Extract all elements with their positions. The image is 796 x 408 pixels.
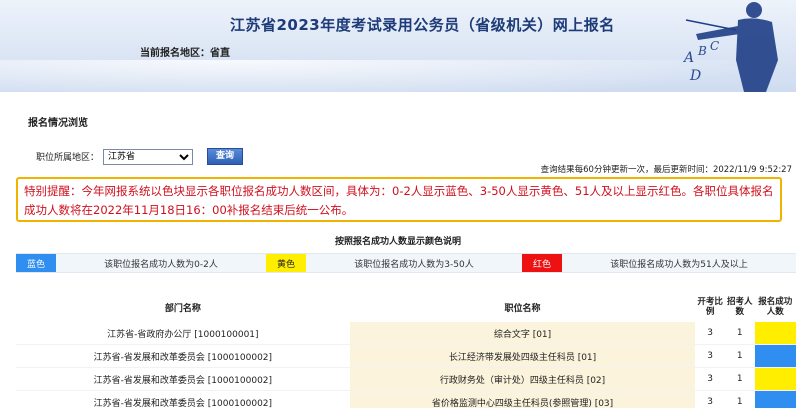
special-notice: 特别提醒：今年网报系统以色块显示各职位报名成功人数区间，具体为：0-2人显示蓝色…	[16, 177, 782, 222]
site-title: 江苏省2023年度考试录用公务员（省级机关）网上报名	[230, 16, 615, 34]
row-ratio: 3	[707, 397, 713, 407]
row-dept: 江苏省-省政府办公厅 [1000100001]	[107, 329, 259, 340]
query-button[interactable]: 查询	[207, 148, 244, 165]
table-header: 部门名称 职位名称 开考比例 招考人数 报名成功人数	[16, 292, 796, 322]
row-dept: 江苏省-省发展和改革委员会 [1000100002]	[93, 352, 273, 363]
positions-table: 部门名称 职位名称 开考比例 招考人数 报名成功人数 江苏省-省政府办公厅 [1…	[16, 292, 796, 408]
row-ratio: 3	[707, 374, 713, 384]
table-row: 江苏省-省政府办公厅 [1000100001] 综合文字 [01] 3 1	[16, 322, 796, 345]
update-note: 查询结果每60分钟更新一次，最后更新时间：2022/11/9 9:52:27	[540, 165, 792, 175]
legend-desc-red: 该职位报名成功人数为51人及以上	[610, 259, 748, 270]
row-job: 综合文字 [01]	[349, 322, 696, 344]
row-ratio: 3	[707, 328, 713, 338]
deco-letter-a: A	[682, 50, 694, 66]
legend-swatch-blue: 蓝色	[16, 254, 56, 272]
current-region-label: 当前报名地区：省直	[140, 48, 230, 59]
region-filter: 职位所属地区： 江苏省 查询	[36, 148, 244, 165]
table-row: 江苏省-省发展和改革委员会 [1000100002] 长江经济带发展处四级主任科员…	[16, 345, 796, 368]
deco-letter-b: B	[697, 44, 707, 58]
legend-desc-blue: 该职位报名成功人数为0-2人	[104, 259, 218, 270]
table-row: 江苏省-省发展和改革委员会 [1000100002] 省价格监测中心四级主任科员(…	[16, 391, 796, 408]
row-num: 1	[736, 328, 743, 338]
row-status-color-block	[754, 391, 796, 408]
legend-title: 按照报名成功人数显示颜色说明	[334, 237, 461, 247]
row-status-color-block	[754, 322, 796, 344]
legend-swatch-yellow: 黄色	[266, 254, 306, 272]
row-status-color-block	[754, 345, 796, 367]
row-dept: 江苏省-省发展和改革委员会 [1000100002]	[93, 398, 273, 408]
table-body: 江苏省-省政府办公厅 [1000100001] 综合文字 [01] 3 1 江苏省-省发…	[16, 322, 796, 408]
legend-swatch-red: 红色	[522, 254, 562, 272]
row-num: 1	[736, 397, 743, 407]
row-num: 1	[736, 351, 743, 361]
page-header: 江苏省2023年度考试录用公务员（省级机关）网上报名 当前报名地区：省直 A B…	[0, 0, 796, 92]
header-status: 报名成功人数	[758, 297, 793, 317]
header-num: 招考人数	[726, 297, 753, 317]
row-status-color-block	[754, 368, 796, 390]
row-ratio: 3	[707, 351, 713, 361]
row-job: 省价格监测中心四级主任科员(参照管理) [03]	[349, 391, 696, 408]
color-legend: 蓝色 该职位报名成功人数为0-2人 黄色 该职位报名成功人数为3-50人 红色 …	[16, 253, 796, 273]
legend-desc-yellow: 该职位报名成功人数为3-50人	[354, 259, 474, 270]
table-row: 江苏省-省发展和改革委员会 [1000100002] 行政财务处（审计处）四级主任…	[16, 368, 796, 391]
region-select[interactable]: 江苏省	[103, 148, 194, 165]
header-job: 职位名称	[504, 303, 541, 314]
header-ratio: 开考比例	[697, 297, 723, 317]
deco-letter-d: D	[689, 68, 701, 84]
header-dept: 部门名称	[164, 303, 201, 314]
row-job: 长江经济带发展处四级主任科员 [01]	[349, 345, 696, 367]
row-num: 1	[736, 374, 743, 384]
writing-figure-decoration: A B C D	[682, 2, 778, 92]
section-title: 报名情况浏览	[28, 118, 88, 129]
row-dept: 江苏省-省发展和改革委员会 [1000100002]	[93, 375, 273, 386]
region-filter-label: 职位所属地区：	[36, 153, 100, 163]
deco-letter-c: C	[710, 39, 719, 53]
row-job: 行政财务处（审计处）四级主任科员 [02]	[349, 368, 696, 390]
